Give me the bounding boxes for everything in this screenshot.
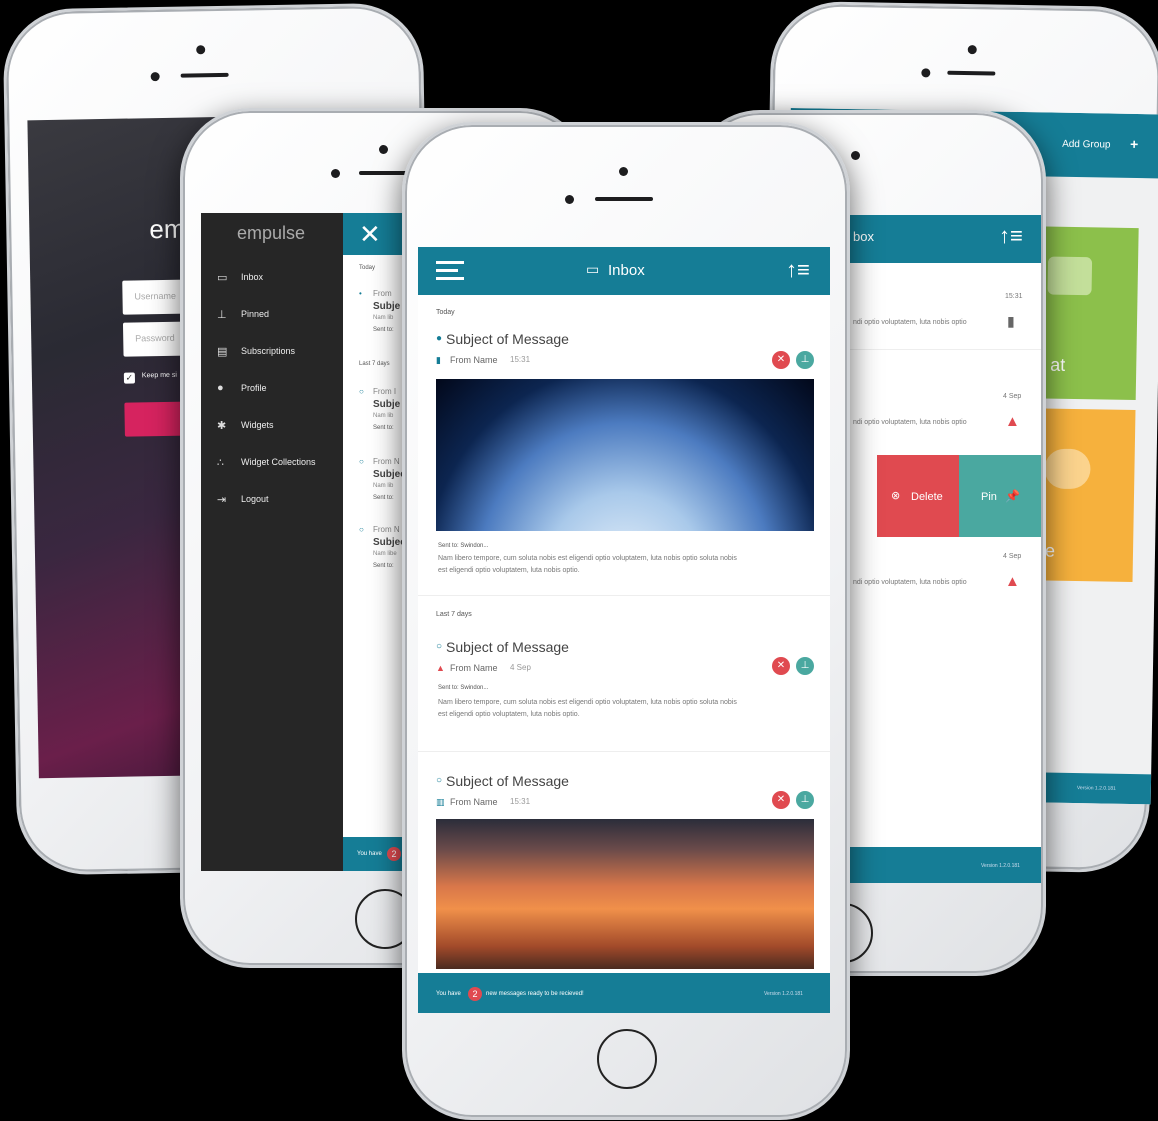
gear-icon: ✱ — [217, 420, 227, 432]
section-today: Today — [436, 309, 455, 316]
sensor — [150, 71, 160, 82]
sort-icon[interactable]: ↑≡ — [786, 257, 810, 283]
pin-button[interactable]: Pin 📌 — [959, 455, 1041, 537]
inbox-screen: ▭ Inbox ↑≡ Today ● Subject of Message ▮ … — [418, 247, 830, 1013]
camera — [851, 151, 860, 160]
add-group-button[interactable]: Add Group — [1062, 139, 1111, 151]
chat-icon — [1047, 256, 1093, 296]
inbox-icon: ▭ — [586, 261, 600, 277]
home-button[interactable] — [597, 1029, 657, 1089]
keep-signed-label: Keep me si — [141, 371, 177, 380]
menu-item-label: Subscriptions — [241, 346, 296, 356]
keep-signed-checkbox[interactable]: ✓ — [123, 372, 136, 384]
sensor — [565, 195, 574, 204]
message-subject: Subject of Message — [446, 331, 569, 347]
menu-item-inbox[interactable]: ▭ Inbox — [201, 265, 343, 293]
camera — [619, 167, 628, 176]
speaker — [359, 171, 407, 175]
delete-button[interactable]: ⊗ Delete — [877, 455, 959, 537]
menu-item-logout[interactable]: ⇥ Logout — [201, 487, 343, 515]
camera — [967, 45, 977, 55]
message-subject: Subject of Message — [446, 639, 569, 655]
bar-chart-icon: ▥ — [436, 797, 445, 807]
side-menu: empulse ▭ Inbox ⊥ Pinned ▤ Subscriptions ● Prof… — [201, 213, 343, 871]
menu-item-widget-collections[interactable]: ∴ Widget Collections — [201, 450, 343, 478]
tile-chat[interactable]: at — [1035, 226, 1139, 401]
document-icon: ▮ — [1007, 313, 1015, 329]
inbox-icon: ▭ — [217, 272, 228, 284]
sensor — [331, 169, 340, 178]
camera — [196, 45, 206, 55]
warning-icon: ▲ — [1005, 413, 1020, 430]
hamburger-icon[interactable] — [436, 261, 464, 281]
sort-icon[interactable]: ↑≡ — [999, 223, 1023, 249]
swipe-title: box — [853, 229, 874, 244]
delete-icon[interactable]: ✕ — [772, 791, 790, 809]
section-last7: Last 7 days — [436, 611, 472, 618]
pin-icon: 📌 — [1005, 489, 1020, 503]
menu-item-widgets[interactable]: ✱ Widgets — [201, 413, 343, 441]
speaker — [595, 197, 653, 201]
sunset-image — [436, 819, 814, 969]
new-count-badge: 2 — [468, 987, 482, 1001]
cloud-icon — [1044, 448, 1091, 490]
pin-icon[interactable]: ⊥ — [796, 351, 814, 369]
inbox-header: ▭ Inbox ↑≡ — [418, 247, 830, 295]
message-card[interactable]: ● Subject of Message ▮ From Name 15:31 ✕… — [418, 325, 830, 549]
menu-item-label: Widgets — [241, 420, 274, 430]
plus-icon[interactable]: + — [1130, 136, 1138, 152]
menu-item-label: Inbox — [241, 272, 264, 282]
phone-inbox: ▭ Inbox ↑≡ Today ● Subject of Message ▮ … — [402, 122, 850, 1120]
menu-item-label: Profile — [241, 383, 267, 393]
pin-icon[interactable]: ⊥ — [796, 791, 814, 809]
document-icon: ▮ — [436, 355, 441, 365]
menu-item-pinned[interactable]: ⊥ Pinned — [201, 302, 343, 330]
sensor — [921, 68, 931, 78]
message-subject: Subject of Message — [446, 773, 569, 789]
delete-icon: ⊗ — [891, 490, 901, 502]
user-icon: ● — [217, 382, 224, 394]
tile-cloud[interactable]: e — [1032, 408, 1136, 583]
close-icon[interactable]: ✕ — [359, 219, 381, 250]
pin-icon: ⊥ — [217, 309, 227, 321]
warning-icon: ▲ — [436, 663, 445, 673]
logout-icon: ⇥ — [217, 494, 227, 506]
page-title: Inbox — [608, 262, 645, 279]
menu-item-profile[interactable]: ● Profile — [201, 376, 343, 404]
cubes-icon: ∴ — [217, 457, 224, 469]
camera — [379, 145, 388, 154]
delete-icon[interactable]: ✕ — [772, 351, 790, 369]
warning-icon: ▲ — [1005, 573, 1020, 590]
speaker — [947, 70, 996, 76]
menu-item-subscriptions[interactable]: ▤ Subscriptions — [201, 339, 343, 367]
pin-icon[interactable]: ⊥ — [796, 657, 814, 675]
earth-image — [436, 379, 814, 531]
inbox-footer: You have 2 new messages ready to be reci… — [418, 973, 830, 1013]
delete-icon[interactable]: ✕ — [772, 657, 790, 675]
message-card[interactable]: ○ Subject of Message ▲ From Name 4 Sep ✕… — [418, 639, 830, 747]
menu-item-label: Pinned — [241, 309, 270, 319]
newspaper-icon: ▤ — [217, 346, 228, 358]
speaker — [180, 72, 229, 78]
menu-item-label: Logout — [241, 494, 269, 504]
message-card[interactable]: ○ Subject of Message ▥ From Name 15:31 ✕… — [418, 773, 830, 973]
menu-logo: empulse — [237, 223, 306, 243]
menu-item-label: Widget Collections — [241, 457, 316, 467]
